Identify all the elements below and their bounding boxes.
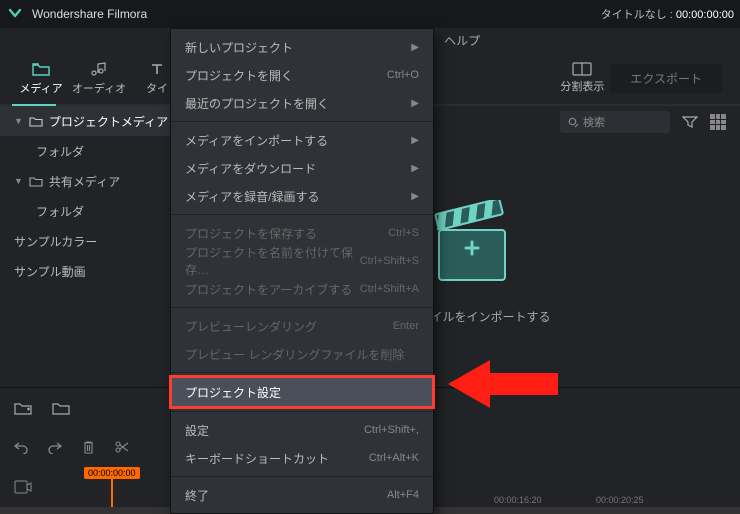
menu-item-archive: プロジェクトをアーカイブする Ctrl+Shift+A bbox=[171, 275, 433, 303]
title-bar: Wondershare Filmora タイトルなし : 00:00:00:00 bbox=[0, 0, 740, 28]
tab-media[interactable]: メディア bbox=[12, 52, 70, 104]
playhead[interactable]: 00:00:00:00 bbox=[84, 467, 140, 507]
playhead-time: 00:00:00:00 bbox=[84, 467, 140, 479]
menu-item-label: プレビュー レンダリングファイルを削除 bbox=[185, 346, 404, 363]
menu-help[interactable]: ヘルプ bbox=[434, 28, 490, 53]
menu-item-label: プレビューレンダリング bbox=[185, 318, 317, 335]
menu-item-shortcut: Ctrl+S bbox=[388, 227, 419, 239]
sidebar-item-label: 共有メディア bbox=[49, 173, 120, 190]
split-icon bbox=[572, 62, 592, 76]
menu-item-shortcut: Ctrl+Shift+, bbox=[364, 424, 419, 436]
doc-title-time: 00:00:00:00 bbox=[676, 9, 734, 21]
chevron-right-icon: ▶ bbox=[411, 135, 419, 146]
menu-item-shortcut: Ctrl+Shift+A bbox=[360, 283, 419, 295]
menu-separator bbox=[171, 121, 433, 122]
tab-audio-label: オーディオ bbox=[72, 80, 126, 96]
menu-item-import-media[interactable]: メディアをインポートする ▶ bbox=[171, 126, 433, 154]
menu-item-label: メディアを録音/録画する bbox=[185, 188, 320, 205]
sidebar-item-label: サンプルカラー bbox=[14, 233, 97, 250]
menu-item-recent-projects[interactable]: 最近のプロジェクトを開く ▶ bbox=[171, 89, 433, 117]
document-title: タイトルなし : 00:00:00:00 bbox=[601, 6, 734, 22]
menu-item-download-media[interactable]: メディアをダウンロード ▶ bbox=[171, 154, 433, 182]
sidebar-item-label: フォルダ bbox=[36, 203, 84, 220]
tab-media-label: メディア bbox=[19, 80, 62, 96]
chevron-right-icon: ▶ bbox=[411, 191, 419, 202]
text-icon bbox=[150, 60, 164, 78]
menu-item-exit[interactable]: 終了 Alt+F4 bbox=[171, 481, 433, 509]
menu-item-shortcut: Ctrl+Alt+K bbox=[369, 452, 419, 464]
menu-separator bbox=[171, 411, 433, 412]
menu-item-preview-render: プレビューレンダリング Enter bbox=[171, 312, 433, 340]
app-title: Wondershare Filmora bbox=[32, 7, 147, 21]
menu-item-shortcuts[interactable]: キーボードショートカット Ctrl+Alt+K bbox=[171, 444, 433, 472]
menu-item-label: キーボードショートカット bbox=[185, 450, 329, 467]
chevron-right-icon: ▶ bbox=[411, 42, 419, 53]
chevron-right-icon: ▶ bbox=[411, 98, 419, 109]
folder-icon bbox=[29, 116, 43, 127]
menu-item-save-project: プロジェクトを保存する Ctrl+S bbox=[171, 219, 433, 247]
tab-audio[interactable]: オーディオ bbox=[70, 52, 128, 104]
export-button[interactable]: エクスポート bbox=[610, 64, 722, 93]
menu-item-new-project[interactable]: 新しいプロジェクト ▶ bbox=[171, 33, 433, 61]
search-icon bbox=[568, 117, 579, 128]
menu-separator bbox=[171, 476, 433, 477]
menu-item-delete-preview: プレビュー レンダリングファイルを削除 bbox=[171, 340, 433, 368]
menu-item-record-media[interactable]: メディアを録音/録画する ▶ bbox=[171, 182, 433, 210]
folder-icon bbox=[32, 60, 50, 78]
chevron-down-icon: ▼ bbox=[14, 116, 23, 126]
split-view-label: 分割表示 bbox=[560, 78, 604, 94]
menu-item-project-settings[interactable]: プロジェクト設定 bbox=[171, 377, 433, 407]
scissors-icon[interactable] bbox=[115, 440, 129, 454]
track-header[interactable] bbox=[0, 480, 76, 494]
menu-item-label: プロジェクトをアーカイブする bbox=[185, 281, 352, 298]
menu-item-label: 新しいプロジェクト bbox=[185, 39, 293, 56]
trash-icon[interactable] bbox=[82, 440, 95, 454]
menu-item-label: プロジェクトを名前を付けて保存… bbox=[185, 244, 360, 278]
menu-item-shortcut: Alt+F4 bbox=[387, 489, 419, 501]
menu-item-label: メディアをダウンロード bbox=[185, 160, 316, 177]
menu-item-save-as: プロジェクトを名前を付けて保存…Ctrl+Shift+S bbox=[171, 247, 433, 275]
video-track-icon bbox=[14, 480, 32, 494]
menu-item-label: 設定 bbox=[185, 422, 209, 439]
timeline-tick: 00:00:16:20 bbox=[494, 495, 542, 505]
menu-item-shortcut: Ctrl+Shift+S bbox=[360, 255, 419, 267]
split-view-button[interactable]: 分割表示 bbox=[560, 62, 604, 94]
folder-add-icon[interactable] bbox=[14, 401, 32, 415]
undo-icon[interactable] bbox=[14, 440, 28, 454]
app-logo-icon bbox=[6, 5, 24, 23]
menu-item-shortcut: Enter bbox=[393, 320, 419, 332]
chevron-right-icon: ▶ bbox=[411, 163, 419, 174]
menu-item-label: プロジェクト設定 bbox=[185, 384, 281, 401]
search-placeholder: 検索 bbox=[583, 114, 605, 130]
search-input[interactable]: 検索 bbox=[560, 111, 670, 133]
menu-item-label: 最近のプロジェクトを開く bbox=[185, 95, 329, 112]
file-menu-dropdown: 新しいプロジェクト ▶ プロジェクトを開く Ctrl+O 最近のプロジェクトを開く ▶… bbox=[170, 28, 434, 514]
folder-icon bbox=[29, 176, 43, 187]
menu-separator bbox=[171, 372, 433, 373]
doc-title-prefix: タイトルなし : bbox=[601, 9, 676, 21]
grid-view-icon[interactable] bbox=[710, 114, 726, 130]
redo-icon[interactable] bbox=[48, 440, 62, 454]
menu-separator bbox=[171, 307, 433, 308]
menu-item-shortcut: Ctrl+O bbox=[387, 69, 419, 81]
menu-item-settings[interactable]: 設定 Ctrl+Shift+, bbox=[171, 416, 433, 444]
sidebar-item-label: サンプル動画 bbox=[14, 263, 86, 280]
menu-item-label: プロジェクトを保存する bbox=[185, 225, 317, 242]
folder-icon[interactable] bbox=[52, 401, 70, 415]
filter-icon[interactable] bbox=[682, 115, 698, 129]
tab-title-label: タイ bbox=[146, 80, 168, 96]
menu-item-label: プロジェクトを開く bbox=[185, 67, 293, 84]
sidebar-item-label: フォルダ bbox=[36, 143, 84, 160]
clapperboard-icon bbox=[423, 200, 523, 290]
chevron-down-icon: ▼ bbox=[14, 176, 23, 186]
sidebar-item-label: プロジェクトメディア bbox=[49, 113, 168, 130]
annotation-arrow-icon bbox=[448, 356, 558, 412]
menu-item-open-project[interactable]: プロジェクトを開く Ctrl+O bbox=[171, 61, 433, 89]
menu-item-label: メディアをインポートする bbox=[185, 132, 328, 149]
timeline-tick: 00:00:20:25 bbox=[596, 495, 644, 505]
menu-item-label: 終了 bbox=[185, 487, 209, 504]
music-icon bbox=[91, 60, 107, 78]
menu-separator bbox=[171, 214, 433, 215]
